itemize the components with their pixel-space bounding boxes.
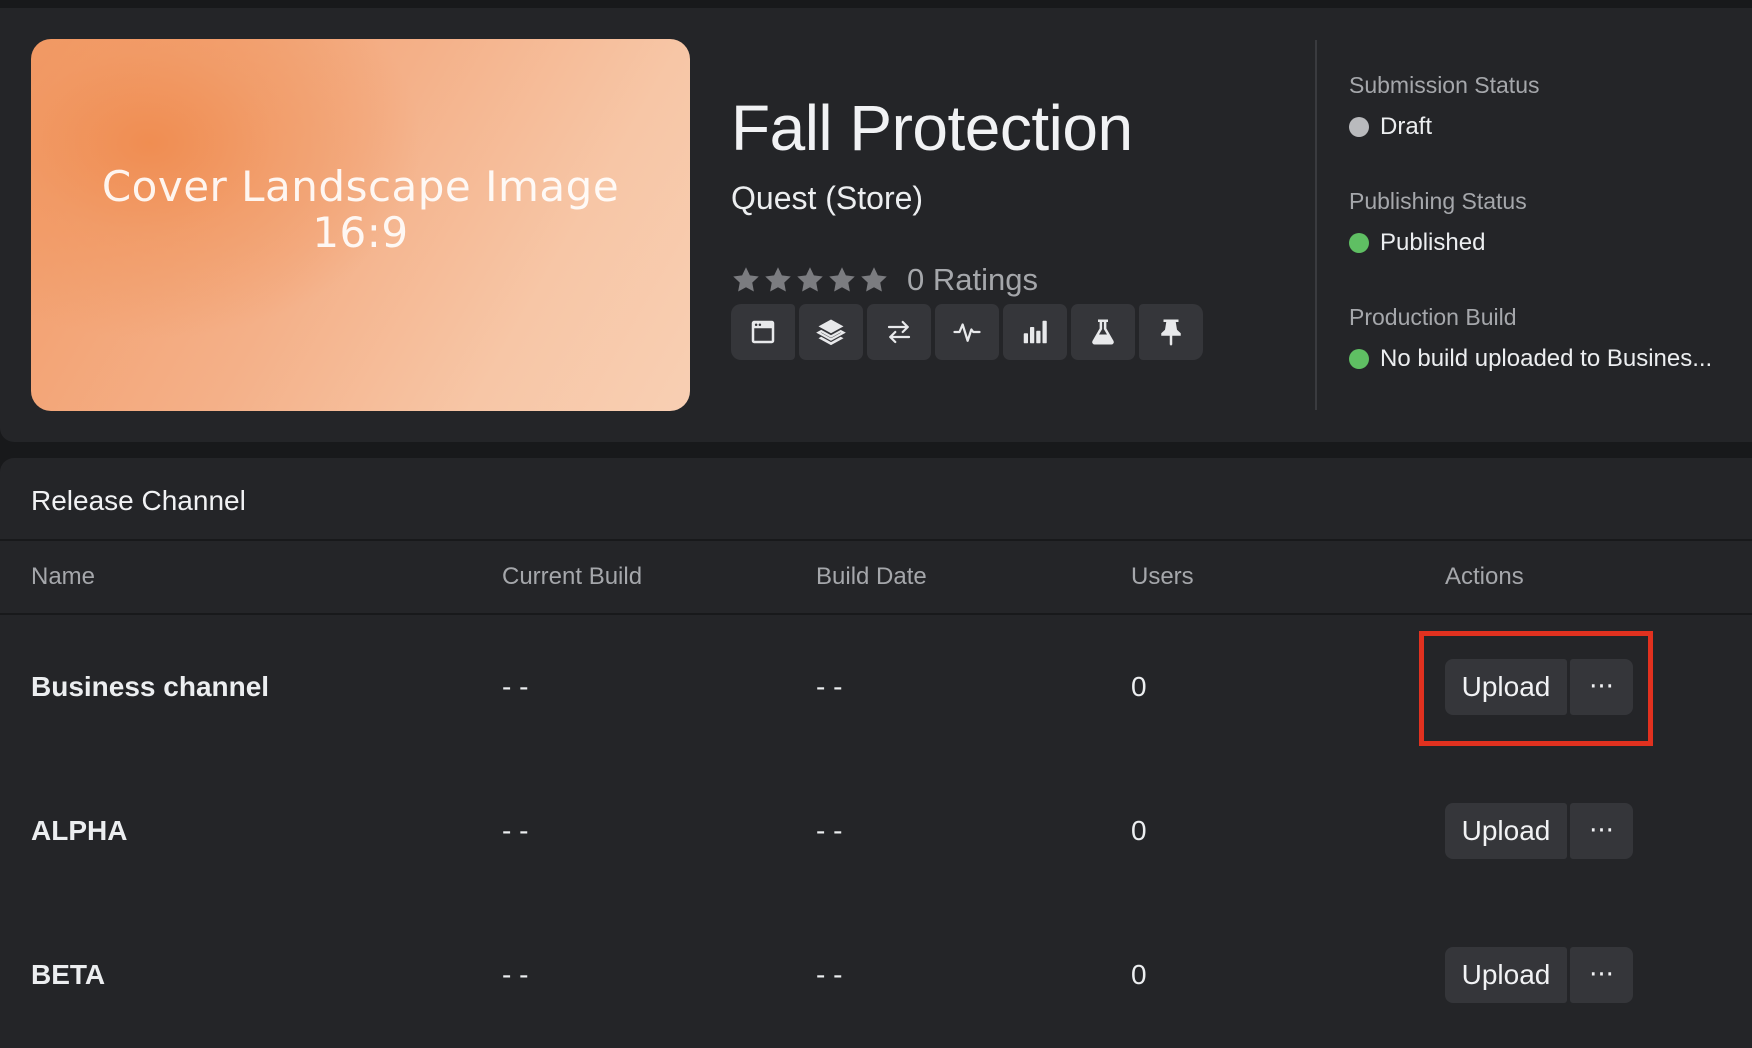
submission-status-value: Draft bbox=[1380, 113, 1433, 140]
current-build: - - bbox=[502, 959, 529, 990]
production-build-label: Production Build bbox=[1349, 304, 1517, 330]
swap-arrows-icon bbox=[887, 320, 911, 344]
release-channel-card: Release Channel Name Current Build Build… bbox=[0, 458, 1752, 1048]
publishing-status-value: Published bbox=[1380, 229, 1486, 256]
layers-button[interactable] bbox=[799, 304, 863, 360]
cover-title: Cover Landscape Image bbox=[101, 162, 620, 211]
cover-placeholder-text: Cover Landscape Image 16:9 bbox=[102, 164, 619, 256]
upload-button[interactable]: Upload bbox=[1445, 947, 1567, 1003]
ratings-count: 0 Ratings bbox=[907, 262, 1038, 297]
status-dot-icon bbox=[1349, 349, 1369, 369]
channel-name: BETA bbox=[31, 959, 106, 990]
column-header-users: Users bbox=[1131, 563, 1194, 590]
app-toolbar bbox=[731, 304, 1203, 360]
app-title: Fall Protection bbox=[731, 92, 1133, 164]
publishing-status-value-row: Published bbox=[1349, 229, 1527, 257]
flask-icon bbox=[1092, 319, 1114, 345]
window-icon bbox=[751, 320, 775, 344]
pulse-button[interactable] bbox=[935, 304, 999, 360]
layers-icon bbox=[816, 319, 846, 346]
build-date: - - bbox=[816, 815, 843, 846]
swap-button[interactable] bbox=[867, 304, 931, 360]
app-header-card: Cover Landscape Image 16:9 Fall Protecti… bbox=[0, 8, 1752, 442]
rating-row: 0 Ratings bbox=[731, 262, 1038, 298]
star-icon bbox=[829, 267, 855, 292]
analytics-button[interactable] bbox=[1003, 304, 1067, 360]
star-icon bbox=[861, 267, 887, 292]
column-header-name: Name bbox=[31, 563, 96, 590]
users-count: 0 bbox=[1131, 959, 1147, 990]
current-build: - - bbox=[502, 815, 529, 846]
build-date: - - bbox=[816, 959, 843, 990]
divider bbox=[0, 539, 1752, 541]
publishing-status-label: Publishing Status bbox=[1349, 188, 1527, 214]
users-count: 0 bbox=[1131, 815, 1147, 846]
more-options-button[interactable]: ··· bbox=[1570, 803, 1633, 859]
channel-name: Business channel bbox=[31, 671, 270, 702]
cover-ratio: 16:9 bbox=[312, 208, 409, 257]
pulse-icon bbox=[953, 323, 981, 342]
submission-status-label: Submission Status bbox=[1349, 72, 1540, 98]
column-header-build-date: Build Date bbox=[816, 563, 927, 590]
vertical-divider bbox=[1315, 40, 1317, 410]
table-row: BETA - - - - 0 Upload ··· bbox=[0, 903, 1752, 1047]
experiments-button[interactable] bbox=[1071, 304, 1135, 360]
pin-button[interactable] bbox=[1139, 304, 1203, 360]
more-options-button[interactable]: ··· bbox=[1570, 947, 1633, 1003]
submission-status-value-row: Draft bbox=[1349, 113, 1539, 141]
column-header-current-build: Current Build bbox=[502, 563, 643, 590]
star-rating bbox=[731, 265, 889, 295]
status-dot-icon bbox=[1349, 117, 1369, 137]
bar-chart-icon bbox=[1023, 320, 1047, 344]
production-build-value-row: No build uploaded to Busines... bbox=[1349, 345, 1712, 373]
pin-icon bbox=[1161, 319, 1181, 346]
star-icon bbox=[765, 267, 791, 292]
app-platform: Quest (Store) bbox=[731, 180, 924, 216]
channel-name: ALPHA bbox=[31, 815, 128, 846]
upload-button[interactable]: Upload bbox=[1445, 803, 1567, 859]
section-title: Release Channel bbox=[31, 485, 246, 516]
production-build: Production Build No build uploaded to Bu… bbox=[1349, 304, 1712, 373]
window-button[interactable] bbox=[731, 304, 795, 360]
star-icon bbox=[733, 267, 759, 292]
cover-image: Cover Landscape Image 16:9 bbox=[31, 39, 690, 411]
column-header-actions: Actions bbox=[1445, 563, 1524, 590]
highlight-box bbox=[1419, 631, 1653, 746]
status-dot-icon bbox=[1349, 233, 1369, 253]
build-date: - - bbox=[816, 671, 843, 702]
production-build-value: No build uploaded to Busines... bbox=[1380, 345, 1713, 372]
star-icon bbox=[797, 267, 823, 292]
table-row: ALPHA - - - - 0 Upload ··· bbox=[0, 759, 1752, 903]
users-count: 0 bbox=[1131, 671, 1147, 702]
publishing-status: Publishing Status Published bbox=[1349, 188, 1527, 257]
current-build: - - bbox=[502, 671, 529, 702]
submission-status: Submission Status Draft bbox=[1349, 72, 1539, 141]
